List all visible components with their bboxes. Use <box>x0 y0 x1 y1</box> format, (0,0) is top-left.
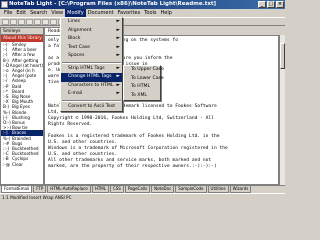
clipbook-panel: Smileys About this library :-) Smiley:-(A… <box>0 27 44 185</box>
clipbook-tab[interactable]: Utilities <box>207 186 229 193</box>
clipbook-tab[interactable]: HTML <box>91 186 109 193</box>
minimize-button[interactable]: _ <box>258 1 266 8</box>
clipbook-tab[interactable]: NoteDoc <box>151 186 175 193</box>
submenu-arrow-icon: ► <box>116 82 120 88</box>
menu-document[interactable]: Document <box>86 9 116 17</box>
menu-item[interactable]: Text Case ► <box>61 44 122 53</box>
submenu-arrow-icon: ► <box>116 74 120 79</box>
clip-label: Clear <box>12 161 23 167</box>
clipbook-tab[interactable]: Wizards <box>229 186 252 193</box>
modify-menu: Lines ► Alignment ► Block ► Text Case ► Spaces ► S… <box>60 17 123 112</box>
copy-icon[interactable] <box>42 19 49 25</box>
menu-item[interactable]: Convert to Ascii Text <box>61 103 122 112</box>
window-title: NoteTab Light - [C:\Program Files (x86)\… <box>9 1 217 7</box>
status-area: FormatEmail FTP HTML-AutoReplace HTML CSS Pag… <box>0 185 285 200</box>
menu-item[interactable]: Change HTML Tags ► <box>61 73 122 82</box>
menu-item-label: Change HTML Tags <box>68 74 112 79</box>
submenu-arrow-icon: ► <box>116 65 120 71</box>
menu-bar: File Edit Search View Modify Document Fa… <box>0 9 285 17</box>
menu-help[interactable]: Help <box>159 9 174 17</box>
clipbook-item[interactable]: :-@ Clear <box>1 162 43 167</box>
clipbook-selector[interactable]: Smileys <box>1 28 43 35</box>
window-controls: _ □ × <box>258 1 284 8</box>
app-icon <box>1 1 8 8</box>
new-icon[interactable] <box>2 19 9 25</box>
cut-icon[interactable] <box>34 19 41 25</box>
toolbar <box>0 17 285 26</box>
menu-search[interactable]: Search <box>28 9 49 17</box>
save-icon[interactable] <box>18 19 25 25</box>
menu-item-label: Characters to HTML <box>68 82 114 88</box>
menu-item-label: Alignment <box>68 27 92 33</box>
menu-item[interactable]: Lines ► <box>61 18 122 27</box>
clipbook-tabs: FormatEmail FTP HTML-AutoReplace HTML CSS Pag… <box>0 186 285 193</box>
menu-item[interactable]: Block ► <box>61 35 122 44</box>
title-bar: NoteTab Light - [C:\Program Files (x86)\… <box>0 0 285 9</box>
menu-modify[interactable]: Modify <box>65 9 86 17</box>
editor-line: marked, are the property of their respec… <box>48 164 217 169</box>
menu-view[interactable]: View <box>49 9 65 17</box>
close-button[interactable]: × <box>276 1 284 8</box>
print-icon[interactable] <box>26 19 33 25</box>
submenu-item[interactable]: To XML <box>124 92 160 101</box>
menu-file[interactable]: File <box>2 9 14 17</box>
menu-item-label: E-mail <box>68 91 83 96</box>
menu-separator <box>62 99 121 102</box>
menu-item-label: Strip HTML Tags <box>68 65 105 71</box>
menu-item-label: Text Case <box>68 44 90 50</box>
menu-item[interactable]: Characters to HTML ► <box>61 82 122 91</box>
menu-item[interactable]: Strip HTML Tags ► <box>61 65 122 74</box>
menu-separator <box>62 61 121 64</box>
clipbook-tab[interactable]: FormatEmail <box>1 186 33 193</box>
menu-item-label: Convert to Ascii Text <box>68 103 116 109</box>
clipbook-tab[interactable]: PageCalls <box>124 186 151 193</box>
open-icon[interactable] <box>10 19 17 25</box>
vertical-scrollbar[interactable] <box>279 35 285 185</box>
menu-item[interactable]: Spaces ► <box>61 52 122 61</box>
maximize-button[interactable]: □ <box>267 1 275 8</box>
submenu-item[interactable]: To Upper Case <box>124 66 164 75</box>
clip-key: :-@ <box>3 161 11 167</box>
scrollbar-thumb[interactable] <box>280 43 285 69</box>
clipbook-tab[interactable]: HTML-AutoReplace <box>47 186 91 193</box>
clipbook-tab[interactable]: SampleCode <box>175 186 207 193</box>
submenu-item[interactable]: To Lower Case <box>124 75 164 84</box>
clipbook-tab[interactable]: FTP <box>33 186 47 193</box>
menu-tools[interactable]: Tools <box>142 9 158 17</box>
menu-item-label: Block <box>68 36 81 41</box>
submenu-item[interactable]: To HTML <box>124 83 160 92</box>
change-html-tags-submenu: To Upper Case To Lower Case To HTML To XML <box>123 65 164 101</box>
clipbook-list: :-) Smiley:-(After a beer ;-) After a few 8-… <box>1 42 43 167</box>
menu-item[interactable]: E-mail ► <box>61 90 122 99</box>
menu-item[interactable]: Alignment ► <box>61 27 122 36</box>
submenu-arrow-icon: ► <box>116 91 120 96</box>
submenu-arrow-icon: ► <box>116 27 120 33</box>
submenu-arrow-icon: ► <box>116 36 120 41</box>
submenu-arrow-icon: ► <box>116 19 120 24</box>
menu-item-label: Spaces <box>68 53 85 58</box>
status-bar: 1:1 Modified Insert Wrap ANSI PC <box>0 193 285 200</box>
submenu-arrow-icon: ► <box>116 53 120 58</box>
menu-edit[interactable]: Edit <box>14 9 28 17</box>
menu-favorites[interactable]: Favorites <box>116 9 143 17</box>
menu-item-label: Lines <box>68 19 80 24</box>
paste-icon[interactable] <box>50 19 57 25</box>
clipbook-tab[interactable]: CSS <box>109 186 124 193</box>
submenu-arrow-icon: ► <box>116 44 120 50</box>
clipbook-title[interactable]: About this library <box>1 35 43 42</box>
